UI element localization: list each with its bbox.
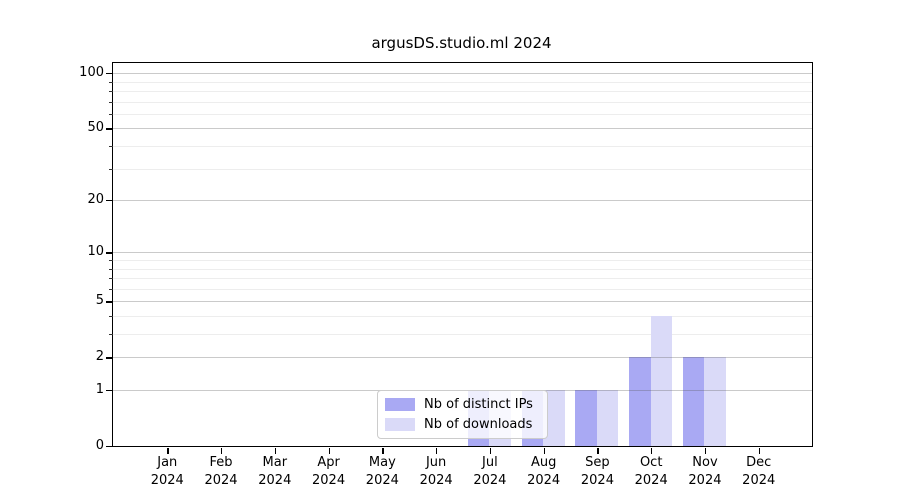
legend-label-downloads: Nb of downloads [424,417,532,432]
x-tick-mark [705,448,706,454]
legend: Nb of distinct IPs Nb of downloads [377,390,548,439]
gridline-major [113,73,812,74]
x-tick-mark [436,448,437,454]
x-tick-label: Jul2024 [460,454,520,489]
x-tick-label: Jan2024 [137,454,197,489]
y-tick-label: 5 [54,292,104,310]
y-minor-tick-mark [109,114,113,115]
x-tick-label: May2024 [352,454,412,489]
y-tick-mark [106,390,113,391]
y-tick-mark [106,446,113,447]
gridline-minor [113,102,812,103]
y-tick-label: 20 [54,191,104,209]
gridline-minor [113,146,812,147]
y-tick-label: 1 [54,381,104,399]
y-minor-tick-mark [109,269,113,270]
y-tick-mark [106,252,113,253]
x-tick-mark [490,448,491,454]
x-tick-mark [167,448,168,454]
gridline-minor [113,289,812,290]
y-minor-tick-mark [109,316,113,317]
y-tick-label: 100 [54,64,104,82]
plot-area: Nb of distinct IPs Nb of downloads [112,62,813,447]
gridline-minor [113,169,812,170]
chart: argusDS.studio.ml 2024 Nb of distinct IP… [0,0,900,500]
x-tick-label: Dec2024 [729,454,789,489]
legend-swatch-distinct-ips [385,398,415,411]
bar-distinct-ips-nov [683,357,705,446]
gridline-minor [113,82,812,83]
bar-downloads-nov [704,357,726,446]
chart-title: argusDS.studio.ml 2024 [112,34,811,52]
legend-swatch-downloads [385,418,415,431]
x-tick-mark [597,448,598,454]
gridline-minor [113,269,812,270]
y-tick-mark [106,128,113,129]
x-tick-mark [275,448,276,454]
x-tick-label: Mar2024 [245,454,305,489]
x-tick-mark [544,448,545,454]
gridline-minor [113,260,812,261]
gridline-minor [113,278,812,279]
y-tick-label: 2 [54,348,104,366]
bar-distinct-ips-oct [629,357,651,446]
y-tick-label: 50 [54,119,104,137]
x-tick-mark [221,448,222,454]
bar-distinct-ips-sep [575,390,597,446]
x-tick-label: Feb2024 [191,454,251,489]
y-tick-mark [106,200,113,201]
gridline-minor [113,316,812,317]
y-minor-tick-mark [109,278,113,279]
x-tick-mark [651,448,652,454]
x-tick-mark [382,448,383,454]
legend-item-downloads: Nb of downloads [385,417,539,432]
legend-label-distinct-ips: Nb of distinct IPs [424,397,533,412]
y-tick-mark [106,301,113,302]
x-tick-mark [759,448,760,454]
x-tick-label: Sep2024 [567,454,627,489]
gridline-minor [113,114,812,115]
x-tick-label: Aug2024 [514,454,574,489]
bar-downloads-sep [597,390,619,446]
gridline-major [113,252,812,253]
gridline-major [113,200,812,201]
x-tick-label: Jun2024 [406,454,466,489]
x-tick-label: Nov2024 [675,454,735,489]
gridline-major [113,357,812,358]
y-minor-tick-mark [109,82,113,83]
y-minor-tick-mark [109,260,113,261]
y-minor-tick-mark [109,289,113,290]
x-tick-label: Oct2024 [621,454,681,489]
y-tick-label: 10 [54,243,104,261]
y-minor-tick-mark [109,102,113,103]
y-minor-tick-mark [109,146,113,147]
gridline-major [113,301,812,302]
x-tick-mark [329,448,330,454]
y-tick-mark [106,357,113,358]
bar-downloads-oct [651,316,673,446]
gridline-major [113,128,812,129]
gridline-minor [113,91,812,92]
y-minor-tick-mark [109,169,113,170]
x-tick-label: Apr2024 [299,454,359,489]
y-minor-tick-mark [109,334,113,335]
y-tick-mark [106,73,113,74]
y-tick-label: 0 [54,437,104,455]
legend-item-distinct-ips: Nb of distinct IPs [385,397,539,412]
gridline-minor [113,334,812,335]
y-minor-tick-mark [109,91,113,92]
